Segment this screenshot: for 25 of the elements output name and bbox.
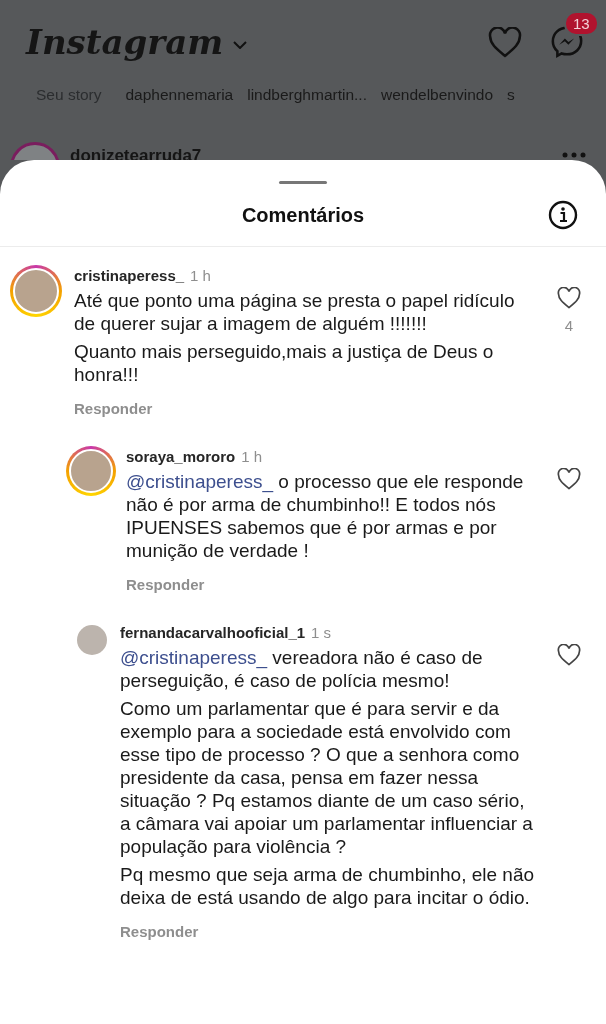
notification-badge: 13 bbox=[564, 11, 599, 36]
story-name[interactable]: wendelbenvindo bbox=[381, 86, 494, 104]
comment-text: @cristinaperess_ o processo que ele responde não é por arma de chumbinho!! E todos nós IPUENSES sabemos que é por armas e por munição de verdade ! bbox=[126, 470, 525, 562]
comment-text: Como um parlamentar que é para servir e da exemplo para a sociedade está envolvido com esse tipo de processo ? O que a senhora como presidente da casa, pensa em fazer nessa situação ? Pq estamos diante de um caso sério, a câmara vai apoiar um parlamentar influenciar a população para violência ? bbox=[120, 697, 534, 858]
comment-text: Quanto mais perseguido,mais a justiça de Deus o honra!!! bbox=[74, 340, 495, 386]
reply-link[interactable]: Responder bbox=[126, 576, 205, 593]
timestamp: 1 h bbox=[190, 267, 211, 284]
story-name[interactable]: lindberghmartin... bbox=[247, 86, 367, 104]
story-name[interactable]: daphennemaria bbox=[125, 86, 234, 104]
username[interactable]: soraya_mororo bbox=[126, 448, 236, 465]
reply-link[interactable]: Responder bbox=[120, 923, 199, 940]
sheet-title: Comentários bbox=[241, 203, 365, 227]
story-name[interactable]: s bbox=[507, 86, 515, 104]
like-count: 4 bbox=[564, 317, 574, 334]
timestamp: 1 h bbox=[241, 448, 263, 465]
mention-link[interactable]: @cristinaperess_ bbox=[126, 471, 274, 492]
comment-text: Até que ponto uma página se presta o papel ridículo de querer sujar a imagem de alguém !!!!!!! bbox=[74, 289, 516, 335]
username[interactable]: cristinaperess_ bbox=[74, 267, 185, 284]
mention-link[interactable]: @cristinaperess_ bbox=[120, 647, 268, 668]
instagram-logo[interactable]: Instagram bbox=[26, 22, 224, 62]
reply-link[interactable]: Responder bbox=[74, 400, 153, 417]
timestamp: 1 s bbox=[311, 624, 332, 641]
username[interactable]: fernandacarvalhooficial_1 bbox=[120, 624, 306, 641]
comment-text: @cristinaperess_ vereadora não é caso de perseguição, é caso de polícia mesmo! bbox=[120, 646, 484, 692]
comment-text: Pq mesmo que seja arma de chumbinho, ele não deixa de está usando de algo para incitar o ódio. bbox=[120, 863, 536, 909]
